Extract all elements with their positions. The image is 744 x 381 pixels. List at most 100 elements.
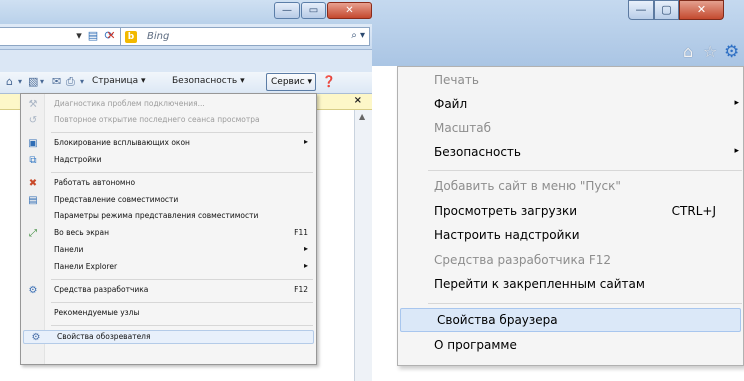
menu-separator [51,279,313,280]
ie8-window: — ▭ ✕ ▾ ▤ ⟳ b Bing ⌕ ▾ ✕ ⌂ ▾ ▧ ▾ ✉ ⎙ ▾ С… [0,0,372,381]
menu-item-shortcut: CTRL+J [671,204,716,218]
help-icon[interactable]: ❓ [322,75,336,88]
menu-item-представление-совместимости[interactable]: ▤ Представление совместимости [21,194,316,208]
menu-item-повторное-открытие-последнего-сеанса-просмотра[interactable]: ↺ Повторное открытие последнего сеанса пр… [21,114,316,128]
menu-item-панели[interactable]: Панели ▸ [21,244,316,258]
home-icon[interactable]: ⌂ [6,75,13,88]
menu-item-label: Блокирование всплывающих окон [54,138,190,147]
dropdown-arrow-icon[interactable]: ▾ [18,77,22,86]
menu-item-label: Диагностика проблем подключения... [54,99,205,108]
submenu-arrow-icon: ▸ [303,244,308,253]
tools-gear-icon[interactable]: ⚙ [724,42,739,62]
bing-logo-icon: b [125,31,137,43]
dropdown-arrow-icon[interactable]: ▾ [72,29,86,43]
fullscreen-icon: ⤢ [29,228,37,239]
maximize-button[interactable]: ▭ [301,2,326,19]
menu-item-рекомендуемые-узлы[interactable]: Рекомендуемые узлы [21,307,316,321]
print-icon[interactable]: ⎙ [66,75,75,89]
compatibility-icon: ▤ [28,195,38,206]
window-frame: — ▢ ✕ ⌂ ☆ ⚙ [372,0,744,66]
menu-item-label: Во весь экран [54,228,109,237]
menu-item-панели-explorer[interactable]: Панели Explorer ▸ [21,261,316,275]
close-icon[interactable]: × [354,95,362,106]
title-bar: — ▭ ✕ [0,0,372,24]
menu-item-безопасность[interactable]: Безопасность ▸ [398,141,743,165]
menu-item-label: Надстройки [54,155,102,164]
page-menu-button[interactable]: Страница ▾ [92,76,146,86]
scroll-up-icon[interactable]: ▲ [359,112,365,121]
internet-options-icon: ⚙ [31,332,41,343]
menu-item-просмотреть-загрузки[interactable]: Просмотреть загрузки CTRL+J [398,200,743,224]
menu-separator [428,303,742,304]
menu-item-label: Добавить сайт в меню "Пуск" [434,179,621,193]
menu-item-средства-разработчика-f12[interactable]: Средства разработчика F12 [398,249,743,273]
popup-blocker-icon: ▣ [28,138,38,149]
menu-item-блокирование-всплывающих-окон[interactable]: ▣ Блокирование всплывающих окон ▸ [21,137,316,151]
scrollbar[interactable]: ▲ [354,110,372,381]
dropdown-arrow-icon[interactable]: ▾ [40,77,44,86]
menu-item-label: Свойства обозревателя [57,332,151,341]
maximize-button[interactable]: ▢ [654,0,679,20]
search-icon[interactable]: ⌕ ▾ [351,30,365,41]
menu-item-shortcut: F12 [294,285,308,294]
menu-item-label: Представление совместимости [54,195,179,204]
favorites-star-icon[interactable]: ☆ [703,42,717,61]
tools-menu: Печать Файл ▸ Масштаб Безопасность ▸ Добавить … [397,66,744,366]
security-menu-button[interactable]: Безопасность ▾ [172,76,245,86]
menu-item-во-весь-экран[interactable]: ⤢ Во весь экран F11 [21,227,316,241]
menu-item-label: Панели [54,245,84,254]
ie-modern-window: — ▢ ✕ ⌂ ☆ ⚙ Печать Файл ▸ Масштаб Безопаснос… [372,0,744,381]
menu-item-перейти-к-закрепленным-сайтам[interactable]: Перейти к закрепленным сайтам [398,273,743,297]
menu-item-о-программе[interactable]: О программе [398,334,743,358]
submenu-arrow-icon: ▸ [303,261,308,270]
menu-item-параметры-режима-представления-совместимости[interactable]: Параметры режима представления совместим… [21,210,316,224]
address-row: ▾ ▤ ⟳ b Bing ⌕ ▾ ✕ [0,24,372,50]
search-input[interactable]: Bing [147,31,169,42]
menu-item-label: Просмотреть загрузки [434,204,578,218]
menu-item-файл[interactable]: Файл ▸ [398,93,743,117]
menu-item-средства-разработчика[interactable]: ⚙ Средства разработчика F12 [21,284,316,298]
menu-item-label: Панели Explorer [54,262,118,271]
minimize-button[interactable]: — [274,2,300,19]
developer-tools-icon: ⚙ [28,285,38,296]
menu-item-печать[interactable]: Печать [398,69,743,93]
menu-item-label: Работать автономно [54,178,136,187]
menu-item-label: Печать [434,73,479,87]
close-button[interactable]: ✕ [327,2,372,19]
menu-item-label: Средства разработчика [54,285,149,294]
menu-item-работать-автономно[interactable]: ✖ Работать автономно [21,177,316,191]
tools-menu-button[interactable]: Сервис ▾ [266,73,316,91]
menu-item-shortcut: F11 [294,228,308,237]
compatibility-view-icon[interactable]: ▤ [86,29,100,43]
menu-item-надстройки[interactable]: ⧉ Надстройки [21,154,316,168]
menu-item-label: Перейти к закрепленным сайтам [434,277,645,291]
home-icon[interactable]: ⌂ [683,42,693,61]
menu-item-диагностика-проблем-подключения[interactable]: ⚒ Диагностика проблем подключения... [21,98,316,112]
menu-separator [428,170,742,171]
menu-item-свойства-браузера[interactable]: Свойства браузера [400,308,741,332]
offline-icon: ✖ [28,178,38,189]
menu-separator [51,172,313,173]
command-bar: ⌂ ▾ ▧ ▾ ✉ ⎙ ▾ Страница ▾ Безопасность ▾ … [0,72,372,94]
menu-item-label: Настроить надстройки [434,228,580,242]
minimize-button[interactable]: — [628,0,654,20]
close-button[interactable]: ✕ [679,0,724,20]
reopen-session-icon: ↺ [28,115,38,126]
menu-item-добавить-сайт-в-меню-пуск[interactable]: Добавить сайт в меню "Пуск" [398,175,743,199]
stop-icon[interactable]: ✕ [104,29,118,43]
menu-item-label: Масштаб [434,121,492,135]
menu-item-label: Свойства браузера [437,313,558,327]
menu-item-свойства-обозревателя[interactable]: ⚙ Свойства обозревателя [23,330,314,344]
menu-item-масштаб[interactable]: Масштаб [398,117,743,141]
search-box[interactable]: b Bing ⌕ ▾ [120,27,370,46]
menu-item-label: О программе [434,338,517,352]
mail-icon[interactable]: ✉ [52,75,61,88]
menu-item-настроить-надстройки[interactable]: Настроить надстройки [398,224,743,248]
submenu-arrow-icon: ▸ [734,146,739,156]
feeds-icon[interactable]: ▧ [28,75,38,88]
menu-item-label: Параметры режима представления совместим… [54,211,259,220]
tools-menu-label: Сервис ▾ [271,77,313,87]
submenu-arrow-icon: ▸ [303,137,308,146]
dropdown-arrow-icon[interactable]: ▾ [80,77,84,86]
menu-separator [51,302,313,303]
